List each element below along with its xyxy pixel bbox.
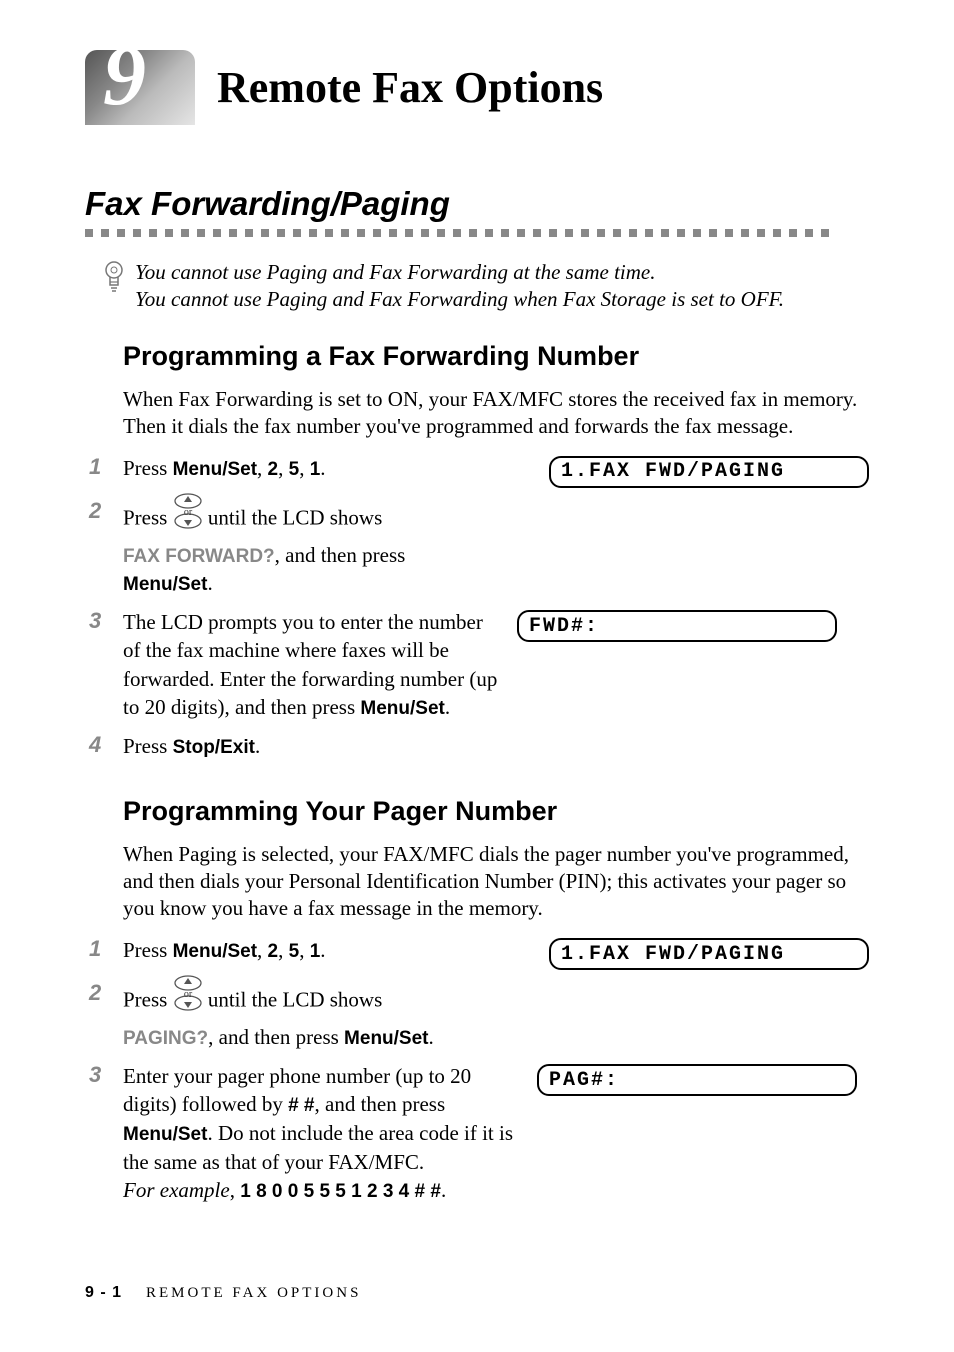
step-item: 2 Press or until the LCD shows FAX FORWA… (85, 498, 869, 599)
step-item: 2 Press or until the LCD shows PAGING?, … (85, 980, 869, 1052)
chapter-number: 9 (103, 45, 146, 105)
svg-text:or: or (183, 989, 192, 1000)
lcd-display: PAG#: (537, 1064, 857, 1096)
nav-up-down-icon: or (173, 493, 203, 536)
step-text: The LCD prompts you to enter the number … (123, 608, 503, 722)
steps-list: 1 Press Menu/Set, 2, 5, 1. 1.FAX FWD/PAG… (85, 454, 869, 761)
chapter-badge: 9 (85, 50, 195, 125)
footer-page-number: 9 - 1 (85, 1284, 122, 1302)
step-text: Enter your pager phone number (up to 20 … (123, 1062, 523, 1205)
note-block: You cannot use Paging and Fax Forwarding… (103, 259, 869, 313)
lightbulb-icon (103, 261, 125, 300)
step-text: Press or until the LCD shows FAX FORWARD… (123, 498, 869, 599)
step-text: Press Menu/Set, 2, 5, 1. (123, 454, 535, 483)
nav-up-down-icon: or (173, 975, 203, 1018)
step-item: 3 Enter your pager phone number (up to 2… (85, 1062, 869, 1205)
step-text: Press or until the LCD shows PAGING?, an… (123, 980, 869, 1052)
step-item: 1 Press Menu/Set, 2, 5, 1. 1.FAX FWD/PAG… (85, 454, 869, 488)
body-text: When Fax Forwarding is set to ON, your F… (123, 386, 869, 440)
step-item: 4 Press Stop/Exit. (85, 732, 869, 761)
step-number: 2 (85, 980, 123, 1006)
svg-text:or: or (183, 507, 192, 518)
note-line: You cannot use Paging and Fax Forwarding… (135, 259, 784, 286)
lcd-display: 1.FAX FWD/PAGING (549, 456, 869, 488)
subsection-title: Programming a Fax Forwarding Number (123, 341, 869, 372)
dotted-rule (85, 229, 869, 237)
chapter-header: 9 Remote Fax Options (85, 50, 869, 125)
step-number: 2 (85, 498, 123, 524)
step-item: 3 The LCD prompts you to enter the numbe… (85, 608, 869, 722)
footer-section-name: REMOTE FAX OPTIONS (146, 1285, 361, 1302)
lcd-display: 1.FAX FWD/PAGING (549, 938, 869, 970)
step-number: 1 (85, 936, 123, 962)
subsection-title: Programming Your Pager Number (123, 796, 869, 827)
step-number: 4 (85, 732, 123, 758)
step-item: 1 Press Menu/Set, 2, 5, 1. 1.FAX FWD/PAG… (85, 936, 869, 970)
page-footer: 9 - 1 REMOTE FAX OPTIONS (85, 1284, 361, 1302)
step-text: Press Stop/Exit. (123, 732, 869, 761)
steps-list: 1 Press Menu/Set, 2, 5, 1. 1.FAX FWD/PAG… (85, 936, 869, 1205)
step-number: 1 (85, 454, 123, 480)
lcd-display: FWD#: (517, 610, 837, 642)
chapter-title: Remote Fax Options (217, 62, 603, 113)
step-text: Press Menu/Set, 2, 5, 1. (123, 936, 535, 965)
step-number: 3 (85, 1062, 123, 1088)
note-text: You cannot use Paging and Fax Forwarding… (135, 259, 784, 313)
note-line: You cannot use Paging and Fax Forwarding… (135, 286, 784, 313)
step-number: 3 (85, 608, 123, 634)
section-title: Fax Forwarding/Paging (85, 185, 869, 223)
body-text: When Paging is selected, your FAX/MFC di… (123, 841, 869, 922)
